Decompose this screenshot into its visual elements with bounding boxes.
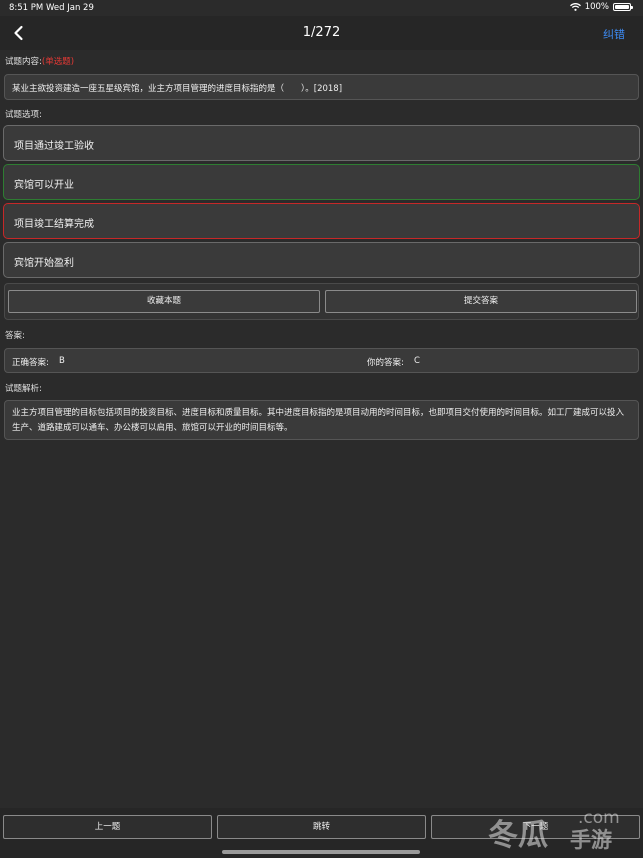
bottom-bar: 上一题 跳转 下一题 冬瓜 .com 手游 [0,808,643,858]
correct-answer-value: B [59,356,65,366]
battery-icon [613,3,633,11]
option-c[interactable]: 项目竣工结算完成 [3,203,640,239]
option-b[interactable]: 宾馆可以开业 [3,164,640,200]
your-answer-label: 你的答案: [367,358,404,368]
prev-question-button[interactable]: 上一题 [3,815,212,839]
your-answer-value: C [414,356,420,366]
wifi-icon [569,3,581,11]
battery-percent: 100% [584,2,609,12]
answer-box: 正确答案: B 你的答案: C [4,348,639,373]
jump-button[interactable]: 跳转 [217,815,426,839]
home-indicator[interactable] [222,850,420,854]
action-bar: 收藏本题 提交答案 [4,283,639,320]
option-a[interactable]: 项目通过竣工验收 [3,125,640,161]
question-label: 试题内容: [5,57,42,67]
status-date: Wed Jan 29 [46,3,94,13]
correct-answer-label: 正确答案: [12,358,49,368]
question-type-tag: (单选题) [41,57,75,67]
option-d[interactable]: 宾馆开始盈利 [3,242,640,278]
favorite-button[interactable]: 收藏本题 [8,290,320,313]
watermark-brand: 冬瓜 [488,818,548,853]
question-label-row: 试题内容:(单选题) [5,55,74,67]
analysis-label: 试题解析: [5,384,42,394]
submit-answer-button[interactable]: 提交答案 [325,290,637,313]
question-text: 某业主欲投资建造一座五星级宾馆，业主方项目管理的进度目标指的是（ ）。[2018… [4,74,639,100]
watermark-logo: 冬瓜 .com 手游 [488,808,643,858]
status-bar: 8:51 PM Wed Jan 29 100% [0,0,643,16]
nav-bar: 1/272 纠错 [0,16,643,50]
report-error-button[interactable]: 纠错 [603,26,625,42]
analysis-text: 业主方项目管理的目标包括项目的投资目标、进度目标和质量目标。其中进度目标指的是项… [4,400,639,440]
answer-label: 答案: [5,331,25,341]
watermark-suffix: 手游 [570,828,612,852]
options-label: 试题选项: [5,110,42,120]
page-title: 1/272 [302,25,341,40]
status-time: 8:51 PM [9,3,44,13]
status-right: 100% [569,2,633,12]
